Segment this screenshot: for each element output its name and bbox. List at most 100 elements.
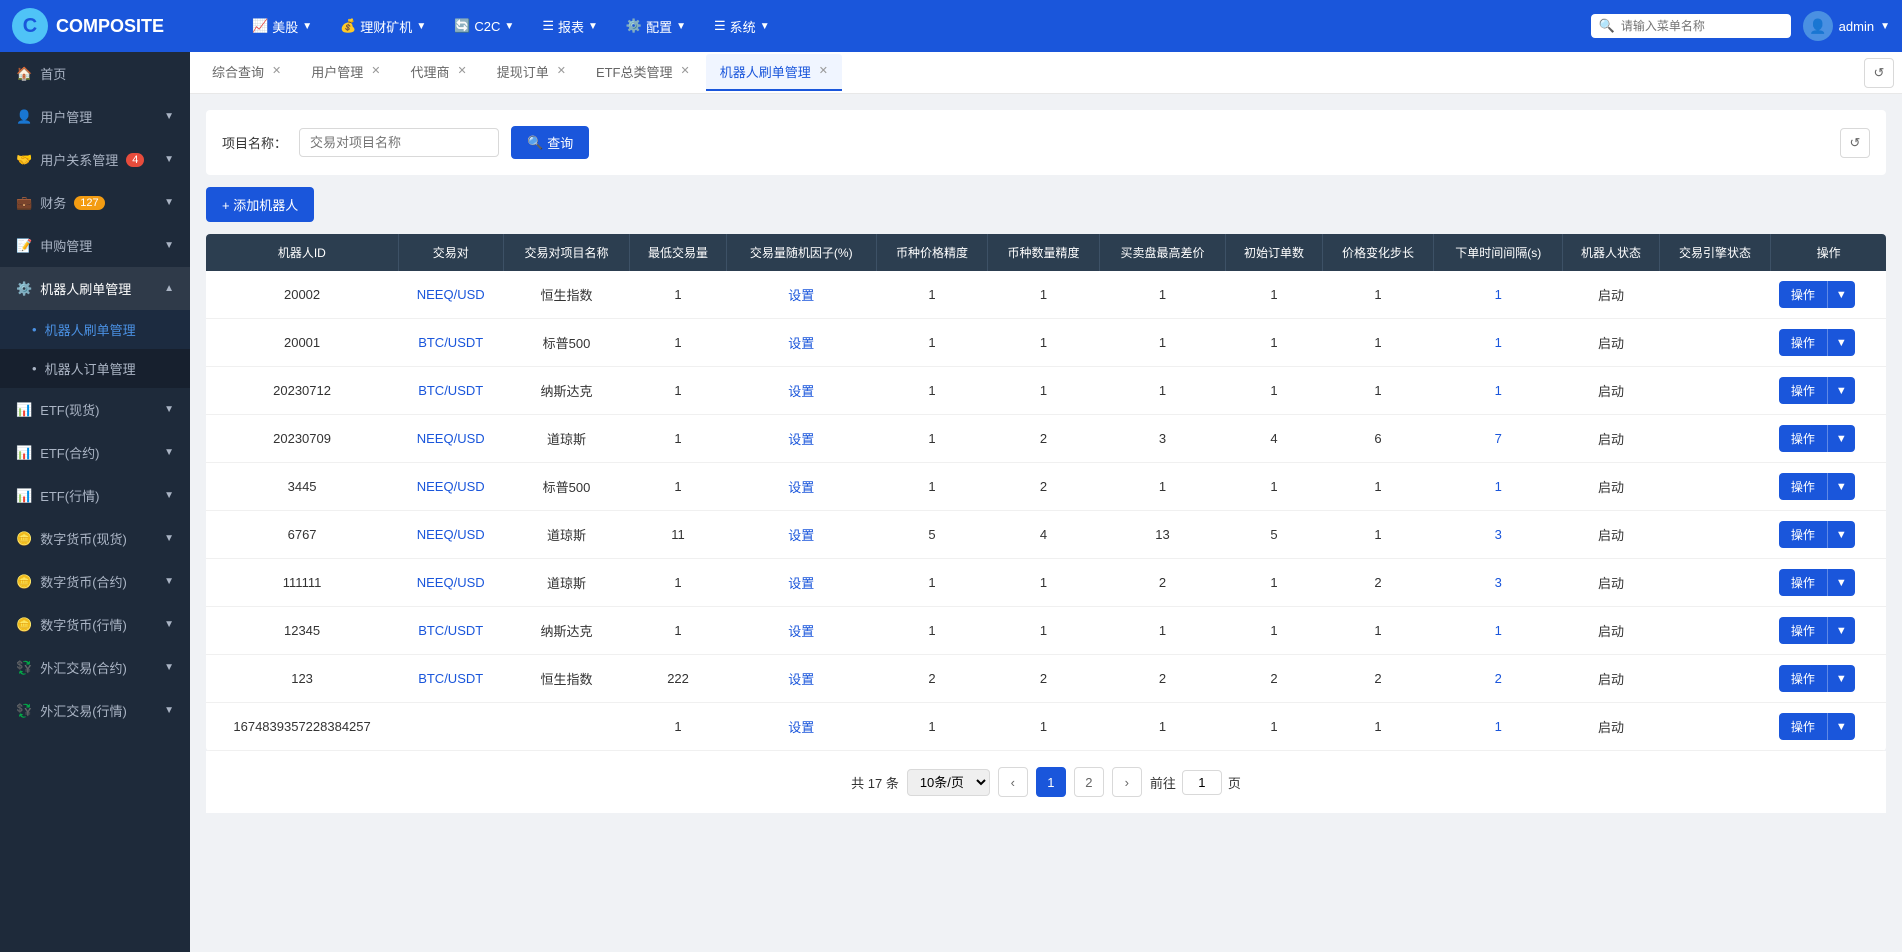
cell-spread: 2 bbox=[1099, 655, 1226, 703]
sidebar-item-crypto-futures[interactable]: 🪙 数字货币(合约) ▼ bbox=[0, 560, 190, 603]
nav-item-finance[interactable]: 💰 理财矿机 ▼ bbox=[328, 11, 438, 42]
sidebar-item-home[interactable]: 🏠 首页 bbox=[0, 52, 190, 95]
page-2-button[interactable]: 2 bbox=[1074, 767, 1104, 797]
sidebar-item-finance[interactable]: 💼 财务 127 ▼ bbox=[0, 181, 190, 224]
sidebar-item-user-relations[interactable]: 🤝 用户关系管理 4 ▼ bbox=[0, 138, 190, 181]
page-1-button[interactable]: 1 bbox=[1036, 767, 1066, 797]
action-dropdown-button[interactable]: ▼ bbox=[1827, 377, 1855, 404]
prev-page-button[interactable]: ‹ bbox=[998, 767, 1028, 797]
cell-price-step: 2 bbox=[1322, 655, 1434, 703]
goto-input[interactable] bbox=[1182, 770, 1222, 795]
tab-comprehensive[interactable]: 综合查询 ✕ bbox=[198, 54, 295, 91]
cell-spread: 1 bbox=[1099, 463, 1226, 511]
add-robot-button[interactable]: + 添加机器人 bbox=[206, 187, 314, 222]
action-dropdown-button[interactable]: ▼ bbox=[1827, 425, 1855, 452]
next-page-button[interactable]: › bbox=[1112, 767, 1142, 797]
action-button[interactable]: 操作 bbox=[1779, 665, 1827, 692]
search-box[interactable]: 🔍 bbox=[1591, 14, 1791, 38]
project-name-label: 项目名称： bbox=[222, 133, 287, 152]
action-button[interactable]: 操作 bbox=[1779, 377, 1827, 404]
sidebar-item-robot[interactable]: ⚙️ 机器人刷单管理 ▲ bbox=[0, 267, 190, 310]
tab-close-icon[interactable]: ✕ bbox=[272, 66, 281, 77]
sidebar-sub-item-robot-orders[interactable]: • 机器人刷单管理 bbox=[0, 310, 190, 349]
sidebar-sub-item-robot-order-management[interactable]: • 机器人订单管理 bbox=[0, 349, 190, 388]
sidebar-item-etf-market[interactable]: 📊 ETF(行情) ▼ bbox=[0, 474, 190, 517]
cell-action: 操作 ▼ bbox=[1771, 463, 1886, 511]
nav-item-stock[interactable]: 📈 美股 ▼ bbox=[240, 11, 324, 42]
user-area[interactable]: 👤 admin ▼ bbox=[1803, 11, 1890, 41]
cell-trade-factor[interactable]: 设置 bbox=[726, 271, 876, 319]
action-button[interactable]: 操作 bbox=[1779, 617, 1827, 644]
cell-price-precision: 1 bbox=[876, 319, 988, 367]
query-button[interactable]: 🔍 查询 bbox=[511, 126, 589, 159]
cell-project: 恒生指数 bbox=[503, 655, 630, 703]
cell-trade-factor[interactable]: 设置 bbox=[726, 607, 876, 655]
nav-item-report[interactable]: ☰ 报表 ▼ bbox=[530, 11, 610, 42]
tab-withdrawal[interactable]: 提现订单 ✕ bbox=[483, 54, 580, 91]
action-button[interactable]: 操作 bbox=[1779, 329, 1827, 356]
action-dropdown-button[interactable]: ▼ bbox=[1827, 473, 1855, 500]
refresh-button[interactable]: ↺ bbox=[1864, 58, 1894, 88]
action-button[interactable]: 操作 bbox=[1779, 425, 1827, 452]
tab-close-icon[interactable]: ✕ bbox=[681, 66, 690, 77]
action-dropdown-button[interactable]: ▼ bbox=[1827, 281, 1855, 308]
cell-trade-factor[interactable]: 设置 bbox=[726, 655, 876, 703]
tab-users[interactable]: 用户管理 ✕ bbox=[297, 54, 394, 91]
col-robot-id: 机器人ID bbox=[206, 234, 398, 271]
sidebar-item-etf-futures[interactable]: 📊 ETF(合约) ▼ bbox=[0, 431, 190, 474]
sidebar-item-crypto-spot[interactable]: 🪙 数字货币(现货) ▼ bbox=[0, 517, 190, 560]
page-size-select[interactable]: 10条/页 20条/页 50条/页 bbox=[907, 769, 990, 796]
cell-qty-precision: 1 bbox=[988, 367, 1100, 415]
sidebar-item-crypto-market[interactable]: 🪙 数字货币(行情) ▼ bbox=[0, 603, 190, 646]
action-dropdown-button[interactable]: ▼ bbox=[1827, 329, 1855, 356]
action-button[interactable]: 操作 bbox=[1779, 569, 1827, 596]
cell-init-orders: 1 bbox=[1226, 703, 1322, 751]
cell-trade-factor[interactable]: 设置 bbox=[726, 415, 876, 463]
sidebar-item-etf-spot[interactable]: 📊 ETF(现货) ▼ bbox=[0, 388, 190, 431]
action-dropdown-button[interactable]: ▼ bbox=[1827, 665, 1855, 692]
action-dropdown-button[interactable]: ▼ bbox=[1827, 617, 1855, 644]
cell-project: 纳斯达克 bbox=[503, 367, 630, 415]
cell-trade-factor[interactable]: 设置 bbox=[726, 319, 876, 367]
cell-trade-factor[interactable]: 设置 bbox=[726, 367, 876, 415]
cell-action: 操作 ▼ bbox=[1771, 415, 1886, 463]
action-button[interactable]: 操作 bbox=[1779, 473, 1827, 500]
cell-trade-factor[interactable]: 设置 bbox=[726, 559, 876, 607]
cell-min-trade: 1 bbox=[630, 415, 726, 463]
nav-item-system[interactable]: ☰ 系统 ▼ bbox=[702, 11, 782, 42]
action-button[interactable]: 操作 bbox=[1779, 281, 1827, 308]
cell-engine-status bbox=[1659, 511, 1771, 559]
cell-trade-factor[interactable]: 设置 bbox=[726, 463, 876, 511]
sidebar-item-purchase[interactable]: 📝 申购管理 ▼ bbox=[0, 224, 190, 267]
nav-item-c2c[interactable]: 🔄 C2C ▼ bbox=[442, 12, 526, 40]
tabs-right: ↺ bbox=[1864, 58, 1894, 88]
action-dropdown-button[interactable]: ▼ bbox=[1827, 521, 1855, 548]
action-button[interactable]: 操作 bbox=[1779, 713, 1827, 740]
sidebar-item-forex-market[interactable]: 💱 外汇交易(行情) ▼ bbox=[0, 689, 190, 732]
tab-robot[interactable]: 机器人刷单管理 ✕ bbox=[706, 54, 842, 91]
cell-trade-factor[interactable]: 设置 bbox=[726, 703, 876, 751]
tab-close-icon[interactable]: ✕ bbox=[457, 66, 466, 77]
chevron-down-icon: ▼ bbox=[164, 576, 174, 587]
action-dropdown-button[interactable]: ▼ bbox=[1827, 569, 1855, 596]
tab-etf[interactable]: ETF总类管理 ✕ bbox=[582, 54, 704, 91]
dot-icon: • bbox=[32, 361, 37, 376]
action-dropdown-button[interactable]: ▼ bbox=[1827, 713, 1855, 740]
action-button[interactable]: 操作 bbox=[1779, 521, 1827, 548]
filter-section: 项目名称： 🔍 查询 ↺ bbox=[206, 110, 1886, 175]
cell-qty-precision: 2 bbox=[988, 415, 1100, 463]
cell-robot-id: 123 bbox=[206, 655, 398, 703]
tab-agent[interactable]: 代理商 ✕ bbox=[396, 54, 480, 91]
tab-close-icon[interactable]: ✕ bbox=[819, 66, 828, 77]
tab-close-icon[interactable]: ✕ bbox=[557, 66, 566, 77]
cell-trade-factor[interactable]: 设置 bbox=[726, 511, 876, 559]
goto-prefix: 前往 bbox=[1150, 773, 1176, 792]
sidebar-item-users[interactable]: 👤 用户管理 ▼ bbox=[0, 95, 190, 138]
tab-close-icon[interactable]: ✕ bbox=[371, 66, 380, 77]
filter-refresh-button[interactable]: ↺ bbox=[1840, 128, 1870, 158]
project-name-input[interactable] bbox=[299, 128, 499, 157]
username: admin bbox=[1839, 19, 1874, 34]
nav-item-config[interactable]: ⚙️ 配置 ▼ bbox=[614, 11, 698, 42]
search-input[interactable] bbox=[1621, 19, 1783, 33]
sidebar-item-forex-futures[interactable]: 💱 外汇交易(合约) ▼ bbox=[0, 646, 190, 689]
